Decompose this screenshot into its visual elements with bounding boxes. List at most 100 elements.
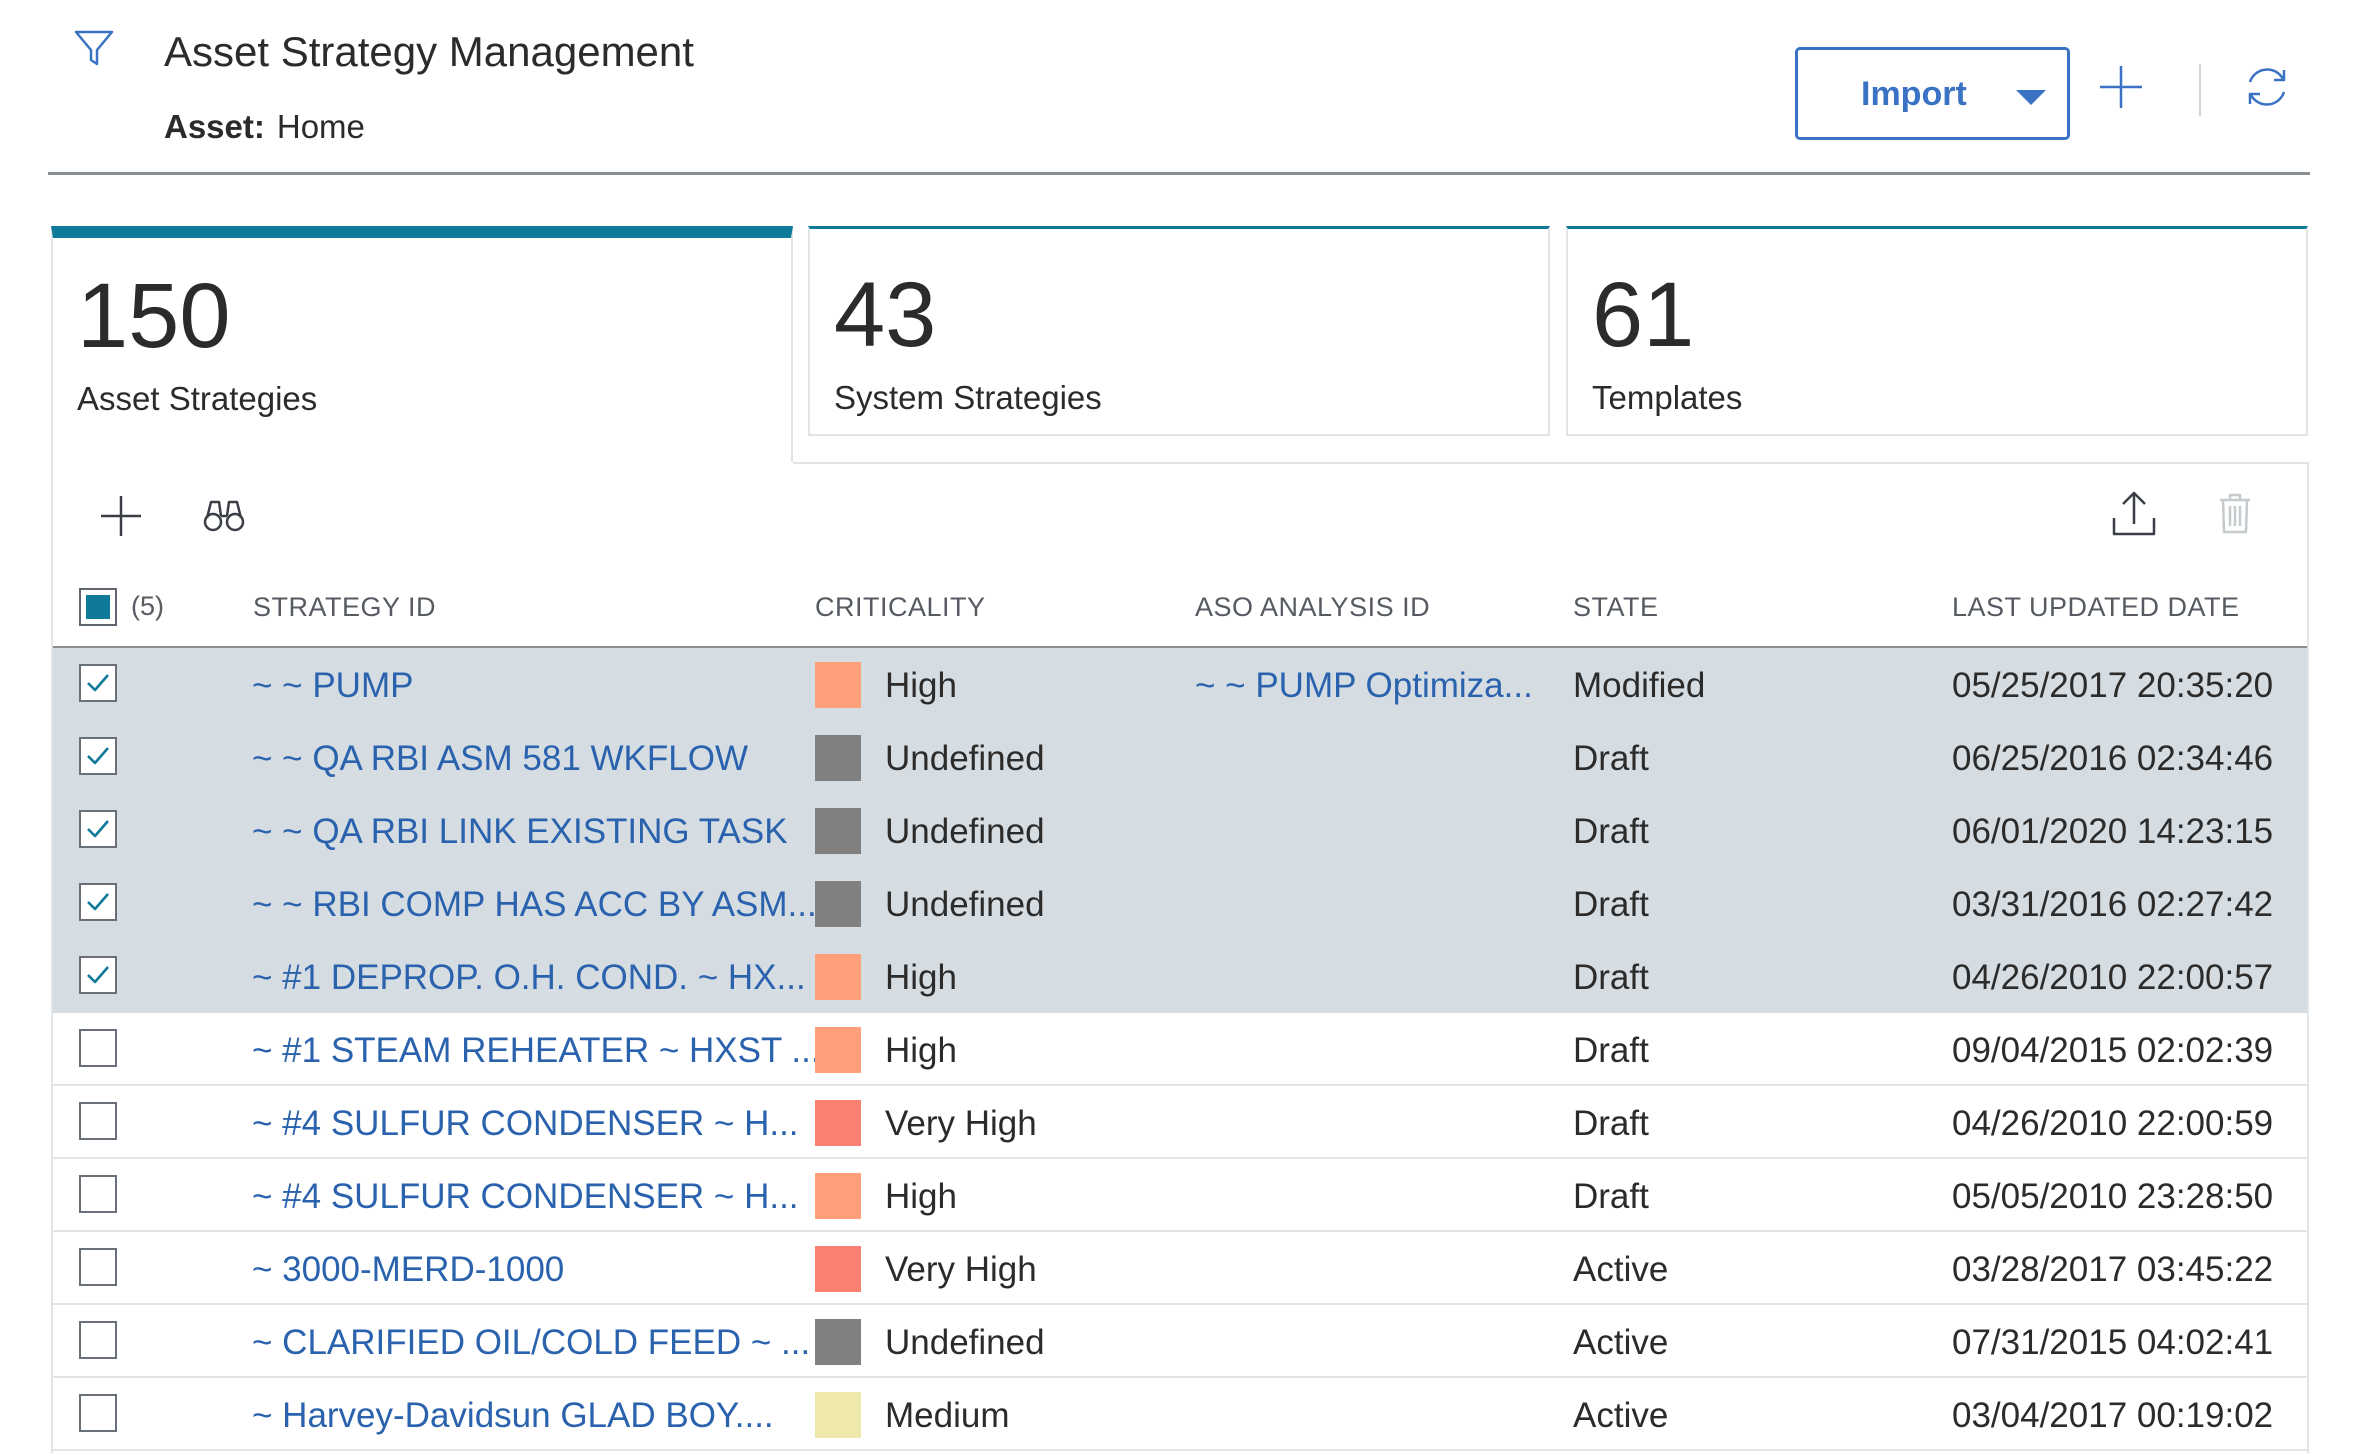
table-row[interactable]: ~ CLARIFIED OIL/COLD FEED ~ ... Undefined…	[53, 1305, 2307, 1378]
state-value: Draft	[1573, 1104, 1649, 1143]
strategy-id-link[interactable]: ~ #4 SULFUR CONDENSER ~ H...	[252, 1104, 799, 1144]
plus-icon[interactable]	[98, 493, 144, 539]
state-value: Active	[1573, 1323, 1669, 1362]
table-row[interactable]: ~ ~ PUMP High ~ ~ PUMP Optimiza... Modified…	[53, 648, 2307, 721]
asset-value: Home	[276, 108, 365, 145]
checkmark-icon	[87, 820, 109, 838]
column-header-state[interactable]: STATE	[1573, 592, 1659, 623]
criticality-value: Medium	[885, 1396, 1010, 1435]
table-row[interactable]: ~ #4 SULFUR CONDENSER ~ H... Very High Dra…	[53, 1086, 2307, 1159]
last-updated-value: 06/01/2020 14:23:15	[1952, 812, 2274, 851]
card-system-strategies[interactable]: 43 System Strategies	[808, 226, 1550, 436]
asset-label: Asset:	[164, 108, 265, 145]
state-value: Active	[1573, 1250, 1669, 1289]
card-label: Asset Strategies	[77, 380, 318, 417]
binoculars-icon[interactable]	[202, 496, 246, 534]
criticality-swatch	[815, 954, 861, 1000]
partial-selection-indicator	[86, 595, 110, 619]
strategy-id-link[interactable]: ~ ~ QA RBI ASM 581 WKFLOW	[252, 739, 748, 779]
row-checkbox[interactable]	[79, 737, 117, 775]
card-count: 43	[834, 264, 937, 366]
table-row[interactable]: ~ 3000-MERD-1000 Very High Active 03/28/201…	[53, 1232, 2307, 1305]
last-updated-value: 04/26/2010 22:00:57	[1952, 958, 2274, 997]
criticality-value: Undefined	[885, 885, 1045, 924]
export-icon[interactable]	[2111, 490, 2157, 538]
criticality-swatch	[815, 1027, 861, 1073]
strategy-id-link[interactable]: ~ #1 DEPROP. O.H. COND. ~ HX...	[252, 958, 806, 998]
row-checkbox[interactable]	[79, 1175, 117, 1213]
plus-icon[interactable]	[2098, 64, 2144, 110]
row-checkbox[interactable]	[79, 883, 117, 921]
criticality-swatch	[815, 1246, 861, 1292]
table-row[interactable]: ~ #4 SULFUR CONDENSER ~ H... High Draft 05/…	[53, 1159, 2307, 1232]
strategy-id-link[interactable]: ~ ~ RBI COMP HAS ACC BY ASM...	[252, 885, 817, 925]
checkmark-icon	[87, 674, 109, 692]
criticality-swatch	[815, 662, 861, 708]
state-value: Draft	[1573, 739, 1649, 778]
table-row[interactable]: ~ ~ QA RBI LINK EXISTING TASK Undefined Dr…	[53, 794, 2307, 867]
header-divider-line	[48, 172, 2310, 175]
table-row[interactable]: ~ ~ QA RBI ASM 581 WKFLOW Undefined Draft 0…	[53, 721, 2307, 794]
criticality-value: Undefined	[885, 812, 1045, 851]
import-button[interactable]: Import	[1795, 47, 2070, 140]
last-updated-value: 04/26/2010 22:00:59	[1952, 1104, 2274, 1143]
criticality-value: Undefined	[885, 739, 1045, 778]
row-checkbox[interactable]	[79, 1102, 117, 1140]
refresh-icon[interactable]	[2242, 62, 2292, 112]
state-value: Modified	[1573, 666, 1706, 705]
criticality-value: High	[885, 1031, 957, 1070]
asset-context: Asset: Home	[164, 108, 365, 146]
criticality-value: High	[885, 958, 957, 997]
criticality-value: Very High	[885, 1250, 1037, 1289]
criticality-swatch	[815, 735, 861, 781]
criticality-swatch	[815, 808, 861, 854]
card-asset-strategies[interactable]: 150 Asset Strategies	[51, 226, 793, 462]
checkmark-icon	[87, 747, 109, 765]
row-checkbox[interactable]	[79, 1029, 117, 1067]
strategy-id-link[interactable]: ~ Harvey-Davidsun GLAD BOY....	[252, 1396, 774, 1436]
card-templates[interactable]: 61 Templates	[1566, 226, 2308, 436]
row-checkbox[interactable]	[79, 956, 117, 994]
strategy-id-link[interactable]: ~ ~ PUMP	[252, 666, 413, 706]
state-value: Draft	[1573, 885, 1649, 924]
aso-analysis-id-link[interactable]: ~ ~ PUMP Optimiza...	[1195, 666, 1533, 706]
panel-border	[793, 462, 2309, 464]
row-checkbox[interactable]	[79, 1321, 117, 1359]
select-all-checkbox[interactable]	[79, 588, 117, 626]
criticality-value: Undefined	[885, 1323, 1045, 1362]
checkmark-icon	[87, 893, 109, 911]
last-updated-value: 05/05/2010 23:28:50	[1952, 1177, 2274, 1216]
strategy-id-link[interactable]: ~ #1 STEAM REHEATER ~ HXST ...	[252, 1031, 821, 1071]
last-updated-value: 03/31/2016 02:27:42	[1952, 885, 2274, 924]
state-value: Draft	[1573, 1031, 1649, 1070]
last-updated-value: 09/04/2015 02:02:39	[1952, 1031, 2274, 1070]
strategy-id-link[interactable]: ~ 3000-MERD-1000	[252, 1250, 564, 1290]
table-row[interactable]: ~ ~ RBI COMP HAS ACC BY ASM... Undefined D…	[53, 867, 2307, 940]
table-row[interactable]: ~ Harvey-Davidsun GLAD BOY.... Medium Acti…	[53, 1378, 2307, 1451]
state-value: Active	[1573, 1396, 1669, 1435]
filter-icon[interactable]	[72, 26, 116, 70]
criticality-swatch	[815, 1100, 861, 1146]
column-header-strategy-id[interactable]: STRATEGY ID	[253, 592, 436, 623]
column-header-aso-analysis-id[interactable]: ASO ANALYSIS ID	[1195, 592, 1430, 623]
column-header-last-updated-date[interactable]: LAST UPDATED DATE	[1952, 592, 2240, 623]
chevron-down-icon	[2016, 90, 2046, 105]
criticality-value: High	[885, 666, 957, 705]
criticality-swatch	[815, 1319, 861, 1365]
row-checkbox[interactable]	[79, 810, 117, 848]
row-checkbox[interactable]	[79, 1394, 117, 1432]
state-value: Draft	[1573, 958, 1649, 997]
card-count: 61	[1592, 264, 1695, 366]
strategy-id-link[interactable]: ~ CLARIFIED OIL/COLD FEED ~ ...	[252, 1323, 810, 1363]
card-label: Templates	[1592, 379, 1743, 416]
trash-icon[interactable]	[2218, 492, 2252, 534]
criticality-swatch	[815, 1173, 861, 1219]
column-header-criticality[interactable]: CRITICALITY	[815, 592, 986, 623]
last-updated-value: 07/31/2015 04:02:41	[1952, 1323, 2274, 1362]
strategy-id-link[interactable]: ~ ~ QA RBI LINK EXISTING TASK	[252, 812, 788, 852]
table-row[interactable]: ~ #1 STEAM REHEATER ~ HXST ... High Draft 0…	[53, 1013, 2307, 1086]
row-checkbox[interactable]	[79, 664, 117, 702]
strategy-id-link[interactable]: ~ #4 SULFUR CONDENSER ~ H...	[252, 1177, 799, 1217]
table-row[interactable]: ~ #1 DEPROP. O.H. COND. ~ HX... High Draft…	[53, 940, 2307, 1013]
row-checkbox[interactable]	[79, 1248, 117, 1286]
